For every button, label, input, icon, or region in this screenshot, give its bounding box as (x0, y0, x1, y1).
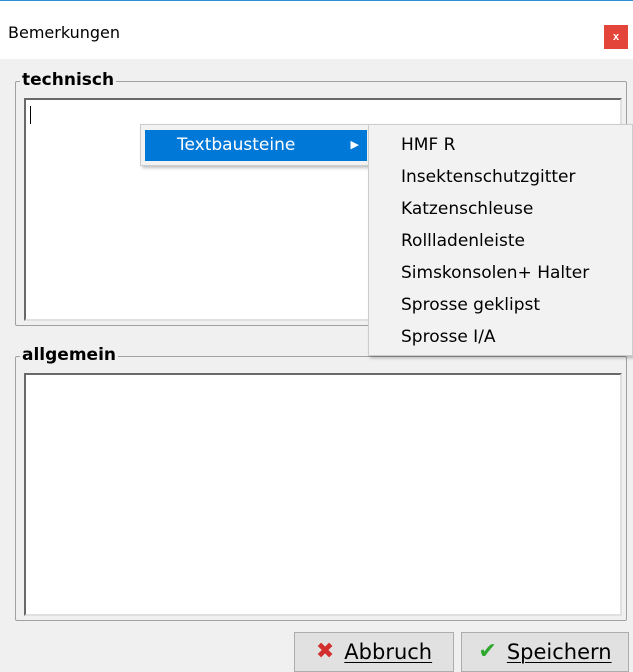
allgemein-label: allgemein (20, 345, 118, 365)
speichern-label: Speichern (506, 640, 612, 664)
submenu-item-insektenschutzgitter[interactable]: Insektenschutzgitter (401, 167, 575, 187)
abbruch-button[interactable]: ✖ Abbruch (294, 632, 454, 672)
button-bar: ✖ Abbruch ✔ Speichern (0, 627, 633, 672)
submenu-item-simskonsolen-halter[interactable]: Simskonsolen+ Halter (401, 263, 589, 283)
close-button[interactable]: x (604, 25, 628, 49)
technisch-label: technisch (20, 70, 117, 90)
menu-item-label: Textbausteine (177, 135, 296, 155)
speichern-button[interactable]: ✔ Speichern (461, 632, 629, 672)
allgemein-textarea[interactable] (24, 373, 622, 616)
submenu-item-sprosse-ia[interactable]: Sprosse I/A (401, 327, 496, 347)
textbausteine-submenu: HMF R Insektenschutzgitter Katzenschleus… (368, 124, 633, 356)
submenu-item-rollladenleiste[interactable]: Rollladenleiste (401, 231, 525, 251)
submenu-item-katzenschleuse[interactable]: Katzenschleuse (401, 199, 533, 219)
x-icon: ✖ (315, 639, 335, 664)
abbruch-label: Abbruch (344, 640, 433, 664)
window-title: Bemerkungen (8, 23, 121, 42)
title-bar: Bemerkungen x (0, 1, 633, 59)
menu-item-textbausteine[interactable]: Textbausteine ▶ (145, 130, 367, 161)
submenu-item-hmf-r[interactable]: HMF R (401, 135, 455, 155)
text-caret (30, 106, 31, 124)
submenu-item-sprosse-geklipst[interactable]: Sprosse geklipst (401, 295, 540, 315)
context-menu: Textbausteine ▶ (140, 124, 370, 166)
submenu-arrow-icon: ▶ (350, 138, 359, 151)
allgemein-group: allgemein (15, 345, 627, 621)
check-icon: ✔ (478, 639, 497, 664)
